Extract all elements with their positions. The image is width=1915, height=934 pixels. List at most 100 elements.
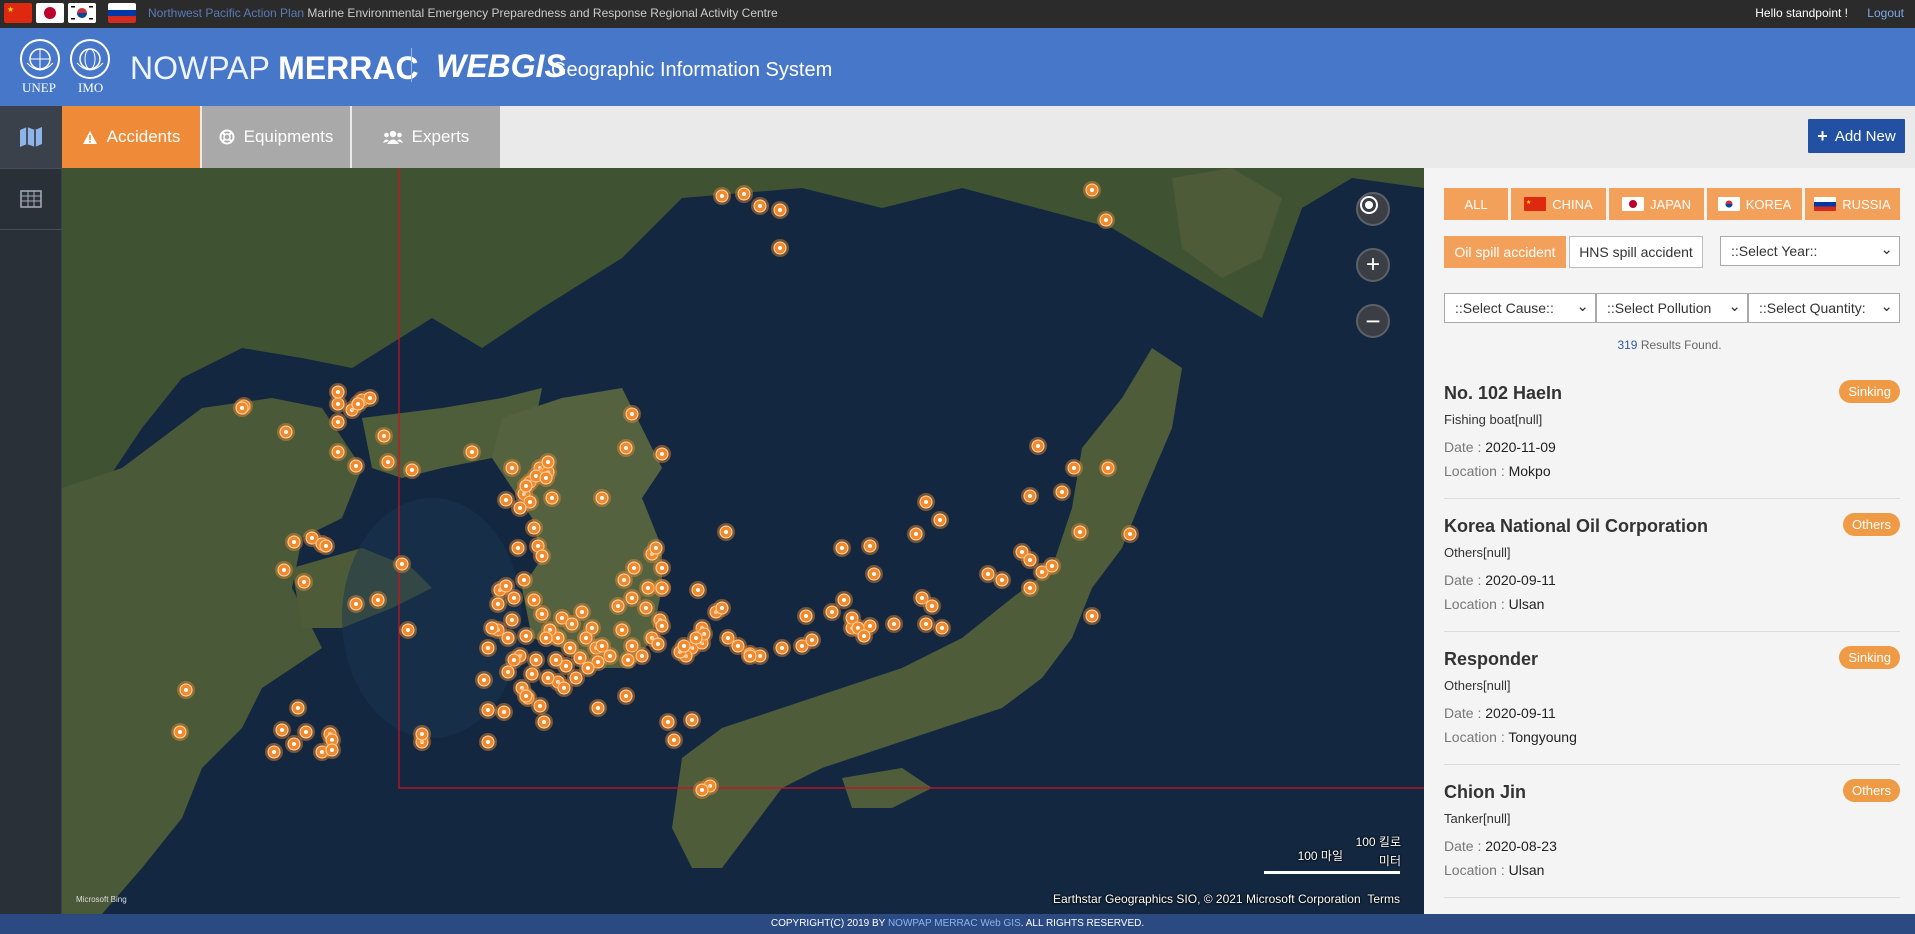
tab-equipments[interactable]: Equipments — [202, 106, 350, 168]
accident-marker-dot — [660, 566, 664, 570]
accident-marker-dot — [748, 654, 752, 658]
filter-japan[interactable]: JAPAN — [1609, 188, 1704, 220]
accident-date: Date : 2020-11-09 — [1444, 439, 1556, 455]
map-icon — [20, 127, 42, 147]
accident-date: Date : 2020-09-11 — [1444, 705, 1556, 721]
japan-flag-icon — [36, 3, 64, 23]
accident-card[interactable]: Responder Sinking Others[null] Date : 20… — [1444, 632, 1900, 765]
accident-marker-dot — [382, 434, 386, 438]
zoom-in-button[interactable]: + — [1356, 248, 1390, 282]
users-icon — [382, 130, 403, 144]
cause-select[interactable]: ::Select Cause:: — [1444, 293, 1596, 323]
quantity-select[interactable]: ::Select Quantity: — [1748, 293, 1900, 323]
accident-marker-dot — [530, 672, 534, 676]
accident-marker-dot — [560, 616, 564, 620]
zoom-out-button[interactable]: − — [1356, 304, 1390, 338]
accident-marker-dot — [672, 738, 676, 742]
status-badge: Sinking — [1839, 646, 1900, 669]
scale-miles: 100 마일 — [1297, 849, 1343, 863]
accident-marker-dot — [490, 626, 494, 630]
filter-russia[interactable]: RUSSIA — [1805, 188, 1900, 220]
map-view-button[interactable] — [0, 106, 62, 168]
accident-marker-dot — [842, 598, 846, 602]
accident-marker-dot — [510, 466, 514, 470]
accident-card[interactable]: No. 102 HaeIn Sinking Fishing boat[null]… — [1444, 366, 1900, 499]
accident-marker-dot — [800, 644, 804, 648]
accident-date: Date : 2020-08-23 — [1444, 838, 1557, 854]
accident-marker-dot — [696, 588, 700, 592]
accident-marker-dot — [986, 572, 990, 576]
accident-marker-dot — [700, 788, 704, 792]
unep-emblem-icon — [20, 39, 60, 79]
filter-china[interactable]: ★ CHINA — [1511, 188, 1606, 220]
accident-marker-dot — [544, 476, 548, 480]
footer-link[interactable]: NOWPAP MERRAC Web GIS — [888, 918, 1021, 929]
tagline: Northwest Pacific Action Plan Marine Env… — [148, 6, 778, 20]
accident-marker-dot — [1106, 466, 1110, 470]
year-select[interactable]: ::Select Year:: — [1720, 236, 1900, 266]
accident-marker-dot — [1040, 570, 1044, 574]
bing-logo: Microsoft Bing — [76, 895, 127, 904]
accident-marker-dot — [666, 720, 670, 724]
accident-marker-dot — [336, 420, 340, 424]
accident-marker-dot — [630, 644, 634, 648]
accident-marker-dot — [620, 628, 624, 632]
tab-accidents[interactable]: Accidents — [62, 106, 200, 168]
table-icon — [20, 190, 42, 208]
accident-marker-dot — [336, 390, 340, 394]
accident-marker-dot — [336, 402, 340, 406]
scale-km-line2: 미터 — [1378, 854, 1401, 868]
vessel-type: Others[null] — [1444, 545, 1511, 560]
svg-text:★: ★ — [1526, 199, 1531, 206]
tab-experts[interactable]: Experts — [352, 106, 500, 168]
logout-link[interactable]: Logout — [1867, 6, 1904, 20]
accident-location: Location : Ulsan — [1444, 862, 1545, 878]
accident-marker-dot — [486, 740, 490, 744]
accident-card[interactable]: Korea National Oil Corporation Others Ot… — [1444, 499, 1900, 632]
accident-marker-dot — [780, 646, 784, 650]
accident-marker-dot — [1036, 444, 1040, 448]
target-icon — [1360, 196, 1378, 214]
accident-marker-dot — [282, 568, 286, 572]
map-canvas[interactable]: + − 100 마일 100 킬로 미터 Earthstar Geographi… — [62, 168, 1424, 914]
svg-text:★: ★ — [7, 5, 14, 14]
status-badge: Sinking — [1839, 380, 1900, 403]
pollution-select[interactable]: ::Select Pollution — [1596, 293, 1748, 323]
header-divider — [411, 48, 412, 82]
oil-spill-filter[interactable]: Oil spill accident — [1444, 236, 1566, 268]
accident-marker-dot — [240, 406, 244, 410]
korea-flag-icon — [68, 3, 96, 23]
plus-icon: + — [1365, 251, 1380, 278]
accident-marker-dot — [924, 500, 928, 504]
accident-marker-dot — [550, 496, 554, 500]
status-badge: Others — [1842, 513, 1900, 536]
satellite-map — [62, 168, 1424, 914]
accident-marker-dot — [470, 450, 474, 454]
table-view-button[interactable] — [0, 168, 62, 230]
vessel-type: Tanker[null] — [1444, 811, 1511, 826]
vessel-type: Fishing boat[null] — [1444, 412, 1543, 427]
add-new-button[interactable]: + Add New — [1808, 119, 1905, 153]
accident-marker-dot — [336, 450, 340, 454]
accident-marker-dot — [1090, 188, 1094, 192]
hns-spill-filter[interactable]: HNS spill accident — [1569, 236, 1703, 268]
accident-marker-dot — [178, 730, 182, 734]
locate-button[interactable] — [1356, 192, 1390, 226]
accident-marker-dot — [524, 694, 528, 698]
accident-marker-dot — [600, 644, 604, 648]
accident-marker-dot — [482, 678, 486, 682]
lifebuoy-icon — [219, 129, 235, 145]
accident-marker-dot — [532, 526, 536, 530]
accident-marker-dot — [296, 706, 300, 710]
accident-marker-dot — [354, 464, 358, 468]
filter-korea[interactable]: KOREA — [1707, 188, 1802, 220]
filter-all[interactable]: ALL — [1444, 188, 1508, 220]
terms-link[interactable]: Terms — [1367, 892, 1400, 906]
accident-marker-dot — [564, 664, 568, 668]
accident-marker-dot — [938, 518, 942, 522]
accident-marker-dot — [656, 642, 660, 646]
left-sidebar — [0, 106, 62, 914]
accident-marker-dot — [574, 676, 578, 680]
accident-card[interactable]: Chion Jin Others Tanker[null] Date : 202… — [1444, 765, 1900, 898]
accident-marker-dot — [502, 710, 506, 714]
